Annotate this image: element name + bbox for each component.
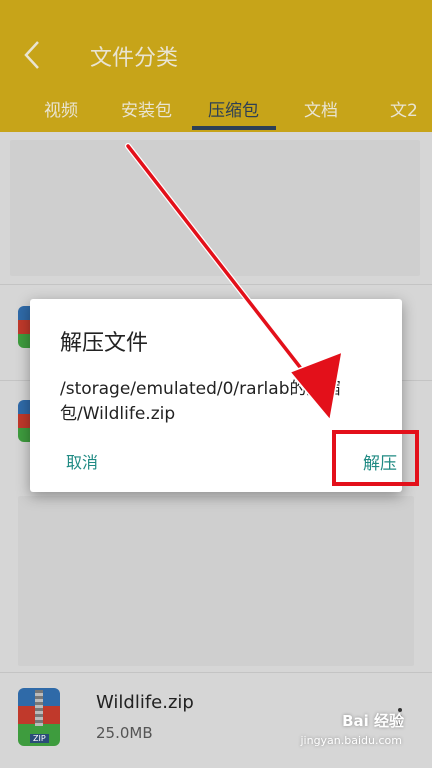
annotation-arrow-icon xyxy=(125,143,343,422)
